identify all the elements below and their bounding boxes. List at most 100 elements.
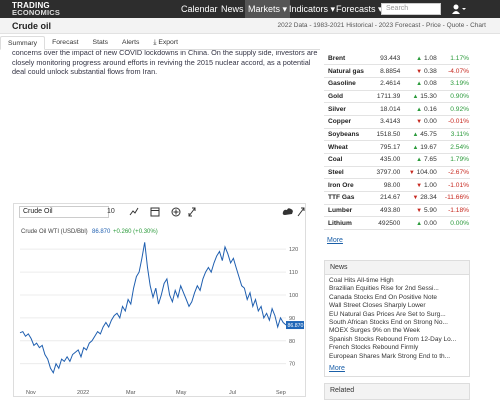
market-change: ▼ 0.38 (401, 64, 438, 78)
market-row[interactable]: Soybeans 1518.50 ▲ 45.75 3.11% (324, 128, 470, 142)
triangle-down-icon: ▼ (416, 68, 423, 75)
news-item[interactable]: Spanish Stocks Rebound From 12-Day Lo... (329, 336, 465, 344)
expand-icon[interactable] (187, 206, 197, 218)
market-name[interactable]: Lumber (324, 204, 370, 218)
market-row[interactable]: Lithium 492500 ▲ 0.00 0.00% (324, 216, 470, 231)
market-price: 1711.39 (369, 90, 402, 104)
crude-oil-line-chart[interactable]: Crude Oil WTI (USD/Bbl) 86.870 +0.260 (+… (14, 222, 305, 397)
download-cloud-icon[interactable] (282, 206, 294, 218)
news-more-link[interactable]: More (329, 365, 345, 372)
market-change: ▲ 15.30 (401, 90, 438, 104)
market-name[interactable]: Soybeans (324, 128, 370, 142)
series-line (19, 242, 287, 375)
top-navbar: TRADING ECONOMICS Calendar News Markets … (0, 0, 500, 18)
news-item[interactable]: Coal Hits All-time High (329, 277, 465, 285)
market-percent: 0.00% (437, 216, 470, 231)
tab-bar: Summary Forecast Stats Alerts ⤓ Export (0, 36, 320, 50)
nav-markets[interactable]: Markets ▾ (245, 0, 291, 18)
market-name[interactable]: Brent (324, 52, 370, 66)
market-percent: -4.07% (437, 64, 470, 78)
x-tick-label: Sep (276, 390, 286, 396)
markets-more-link[interactable]: More (327, 237, 343, 244)
market-name[interactable]: Coal (324, 153, 370, 167)
compare-plus-icon[interactable] (171, 206, 181, 218)
tab-stats[interactable]: Stats (86, 36, 116, 50)
market-percent: 3.19% (437, 77, 470, 91)
market-name[interactable]: Natural gas (324, 64, 370, 78)
market-row[interactable]: TTF Gas 214.67 ▼ 28.34 -11.66% (324, 191, 470, 205)
market-name[interactable]: Iron Ore (324, 178, 370, 193)
market-row[interactable]: Iron Ore 98.00 ▼ 1.00 -1.01% (324, 178, 470, 193)
market-percent: -2.67% (437, 166, 470, 180)
market-row[interactable]: Coal 435.00 ▲ 7.65 1.79% (324, 153, 470, 167)
market-row[interactable]: Silver 18.014 ▲ 0.16 0.92% (324, 102, 470, 116)
tab-export[interactable]: ⤓ Export (146, 36, 185, 50)
market-change: ▲ 0.08 (401, 77, 438, 91)
chart-last-value: 86.870 (92, 229, 111, 235)
price-chart-panel: Crude Oil 10 Crude Oil WTI (USD/Bbl) 86.… (13, 203, 306, 397)
current-price-label: 86.870 (288, 323, 304, 329)
x-tick-label: Jul (229, 390, 236, 396)
market-price: 8.8854 (369, 64, 402, 78)
logo-line2: ECONOMICS (12, 8, 61, 17)
market-price: 3.4143 (369, 115, 402, 129)
market-name[interactable]: Wheat (324, 140, 370, 154)
news-item[interactable]: MOEX Surges 9% on the Week (329, 327, 465, 335)
market-percent: -11.66% (437, 191, 470, 205)
y-tick-label: 70 (289, 362, 295, 368)
market-percent: -0.01% (437, 115, 470, 129)
tab-alerts[interactable]: Alerts (115, 36, 146, 50)
user-menu[interactable] (451, 3, 467, 15)
news-item[interactable]: European Shares Mark Strong End to th... (329, 353, 465, 361)
chart-share-icon[interactable] (296, 206, 306, 218)
market-percent: 0.90% (437, 90, 470, 104)
news-item[interactable]: French Stocks Rebound Firmly (329, 344, 465, 352)
triangle-down-icon: ▼ (408, 170, 415, 177)
market-name[interactable]: Silver (324, 102, 370, 116)
market-name[interactable]: Gold (324, 90, 370, 104)
news-item[interactable]: Wall Street Closes Sharply Lower (329, 302, 465, 310)
market-row[interactable]: Steel 3797.00 ▼ 104.00 -2.67% (324, 166, 470, 180)
ticker-input[interactable]: Crude Oil (19, 206, 109, 218)
line-chart-icon[interactable] (129, 206, 139, 218)
triangle-up-icon: ▲ (416, 106, 423, 113)
market-row[interactable]: Lumber 493.80 ▼ 5.90 -1.18% (324, 204, 470, 218)
market-percent: 1.79% (437, 153, 470, 167)
calendar-icon[interactable] (150, 206, 160, 218)
news-item[interactable]: South African Stocks End on Strong No... (329, 319, 465, 327)
market-row[interactable]: Copper 3.4143 ▼ 0.00 -0.01% (324, 115, 470, 129)
market-price: 3797.00 (369, 166, 402, 180)
related-panel: Related (324, 383, 470, 400)
news-item[interactable]: Canada Stocks End On Positive Note (329, 294, 465, 302)
nav-news[interactable]: News (218, 0, 247, 18)
market-name[interactable]: TTF Gas (324, 191, 370, 205)
nav-indicators[interactable]: Indicators ▾ (286, 0, 338, 18)
market-name[interactable]: Gasoline (324, 77, 370, 91)
logo[interactable]: TRADING ECONOMICS (12, 2, 61, 17)
market-row[interactable]: Gasoline 2.4614 ▲ 0.08 3.19% (324, 77, 470, 91)
search-input[interactable]: Search (381, 3, 441, 15)
market-name[interactable]: Copper (324, 115, 370, 129)
news-item[interactable]: EU Natural Gas Prices Are Set to Surg... (329, 311, 465, 319)
market-row[interactable]: Brent 93.443 ▲ 1.08 1.17% (324, 52, 470, 66)
market-row[interactable]: Gold 1711.39 ▲ 15.30 0.90% (324, 90, 470, 104)
market-price: 795.17 (369, 140, 402, 154)
tab-summary[interactable]: Summary (0, 36, 46, 50)
market-change: ▼ 28.34 (401, 191, 438, 205)
market-price: 493.80 (369, 204, 402, 218)
tab-forecast[interactable]: Forecast (45, 36, 85, 50)
news-item[interactable]: Brazilian Equities Rise for 2nd Sessi... (329, 285, 465, 293)
nav-forecasts[interactable]: Forecasts ▾ (333, 0, 386, 18)
news-heading: News (325, 261, 469, 275)
market-price: 214.67 (369, 191, 402, 205)
period-selector[interactable]: 10 (107, 206, 115, 218)
market-name[interactable]: Steel (324, 166, 370, 180)
triangle-up-icon: ▲ (412, 131, 419, 138)
sub-header-links[interactable]: 2022 Data - 1983-2021 Historical - 2023 … (278, 22, 486, 29)
market-name[interactable]: Lithium (324, 216, 370, 231)
market-row[interactable]: Wheat 795.17 ▲ 19.67 2.54% (324, 140, 470, 154)
market-percent: 1.17% (437, 52, 470, 66)
nav-calendar[interactable]: Calendar (178, 0, 221, 18)
market-percent: 2.54% (437, 140, 470, 154)
market-row[interactable]: Natural gas 8.8854 ▼ 0.38 -4.07% (324, 64, 470, 78)
